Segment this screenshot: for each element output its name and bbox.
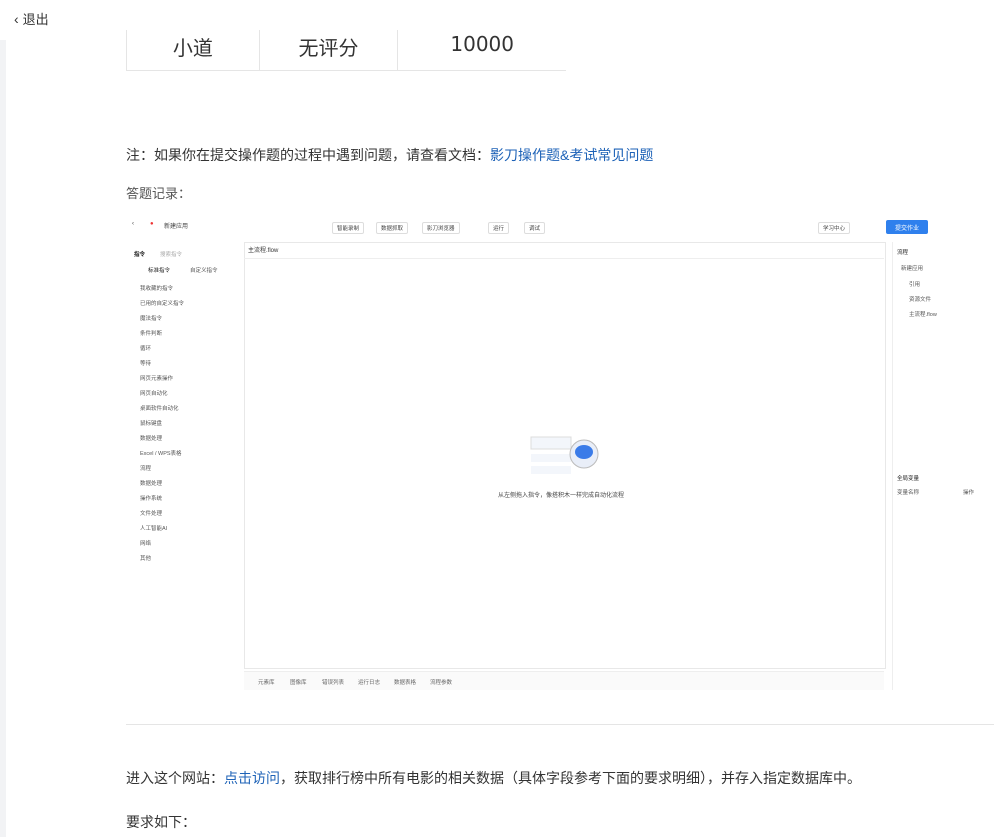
table-cell: 无评分 <box>258 30 398 70</box>
panel-title: 指令 <box>134 252 146 258</box>
command-panel: 指令 搜索指令 标准指令 自定义指令 我收藏的指令 已用的自定义指令 魔法指令 … <box>130 242 242 690</box>
column-header: 变量名称 <box>897 490 920 496</box>
command-item: 网络 <box>140 541 152 547</box>
toolbar-item: 调试 <box>524 222 546 234</box>
table-cell: 小道 <box>126 30 259 70</box>
command-item: 鼠标键盘 <box>140 421 163 427</box>
divider <box>126 724 994 725</box>
app-title: 新建应用 <box>164 224 189 230</box>
learning-center: 学习中心 <box>818 222 851 234</box>
data-table: 小道 无评分 10000 <box>126 30 566 71</box>
command-item: 等待 <box>140 361 152 367</box>
command-item: 魔法指令 <box>140 316 163 322</box>
bottom-tab: 运行日志 <box>358 680 381 686</box>
exit-button[interactable]: ‹ 退出 <box>14 9 49 28</box>
robot-illustration-icon <box>530 436 599 474</box>
flow-item: 资源文件 <box>909 297 932 303</box>
flow-item: 主流程.flow <box>909 312 937 318</box>
search-field: 搜索指令 <box>160 252 183 258</box>
command-item: 网页自动化 <box>140 391 168 397</box>
command-item: 流程 <box>140 466 152 472</box>
app-toolbar: ‹ ● 新建应用 智能录制 数据抓取 影刀浏览器 运行 调试 学习中心 提交作业 <box>126 212 994 240</box>
task-description: 进入这个网站：点击访问，获取排行榜中所有电影的相关数据（具体字段参考下面的要求明… <box>126 770 861 786</box>
command-item: 桌面软件自动化 <box>140 406 179 412</box>
panel-title: 全局变量 <box>897 476 920 482</box>
command-item: Excel / WPS表格 <box>140 451 182 457</box>
command-item: 其他 <box>140 556 152 562</box>
bottom-tab: 错误列表 <box>322 680 345 686</box>
answer-record-label: 答题记录： <box>126 186 192 201</box>
column-header: 操作 <box>963 490 975 496</box>
command-item: 文件处理 <box>140 511 163 517</box>
flow-panel: 流程 新建应用 引用 资源文件 主流程.flow 全局变量 变量名称 操作 <box>892 242 994 690</box>
empty-hint: 从左侧拖入指令，像搭积木一样完成自动化流程 <box>498 493 625 499</box>
doc-link[interactable]: 影刀操作题&考试常见问题 <box>490 147 653 163</box>
requirements-label: 要求如下： <box>126 814 196 830</box>
back-icon: ‹ <box>132 221 134 227</box>
bottom-tab: 数据表格 <box>394 680 417 686</box>
flow-item: 引用 <box>909 282 921 288</box>
toolbar-item: 智能录制 <box>332 222 365 234</box>
flow-item: 新建应用 <box>901 266 924 272</box>
table-cell: 10000 <box>397 30 566 70</box>
panel-title: 流程 <box>897 250 909 256</box>
command-item: 条件判断 <box>140 331 163 337</box>
panel-tab: 自定义指令 <box>190 268 218 274</box>
command-item: 网页元素操作 <box>140 376 174 382</box>
note-text: 注：如果你在提交操作题的过程中遇到问题，请查看文档：影刀操作题&考试常见问题 <box>126 147 654 163</box>
bottom-panel: 元素库 图像库 错误列表 运行日志 数据表格 流程参数 <box>244 671 884 690</box>
command-item: 我收藏的指令 <box>140 286 174 292</box>
command-item: 循环 <box>140 346 152 352</box>
chevron-left-icon: ‹ <box>14 10 19 27</box>
answer-screenshot: ‹ ● 新建应用 智能录制 数据抓取 影刀浏览器 运行 调试 学习中心 提交作业… <box>126 212 994 690</box>
exit-label: 退出 <box>22 12 49 27</box>
canvas-tab: 主流程.flow <box>248 248 279 254</box>
record-icon: ● <box>150 221 154 227</box>
canvas-tabbar: 主流程.flow <box>244 242 884 259</box>
command-item: 数据处理 <box>140 481 163 487</box>
bottom-tab: 元素库 <box>258 680 275 686</box>
publish-button: 提交作业 <box>886 220 928 234</box>
command-item: 操作系统 <box>140 496 163 502</box>
command-item: 数据处理 <box>140 436 163 442</box>
toolbar-item: 影刀浏览器 <box>422 222 460 234</box>
toolbar-item: 数据抓取 <box>376 222 409 234</box>
left-gutter <box>0 40 6 837</box>
toolbar-item: 运行 <box>488 222 510 234</box>
visit-link[interactable]: 点击访问 <box>224 770 280 786</box>
command-item: 人工智能AI <box>140 526 168 532</box>
panel-tab: 标准指令 <box>148 268 171 274</box>
bottom-tab: 图像库 <box>290 680 307 686</box>
command-item: 已用的自定义指令 <box>140 301 185 307</box>
bottom-tab: 流程参数 <box>430 680 453 686</box>
